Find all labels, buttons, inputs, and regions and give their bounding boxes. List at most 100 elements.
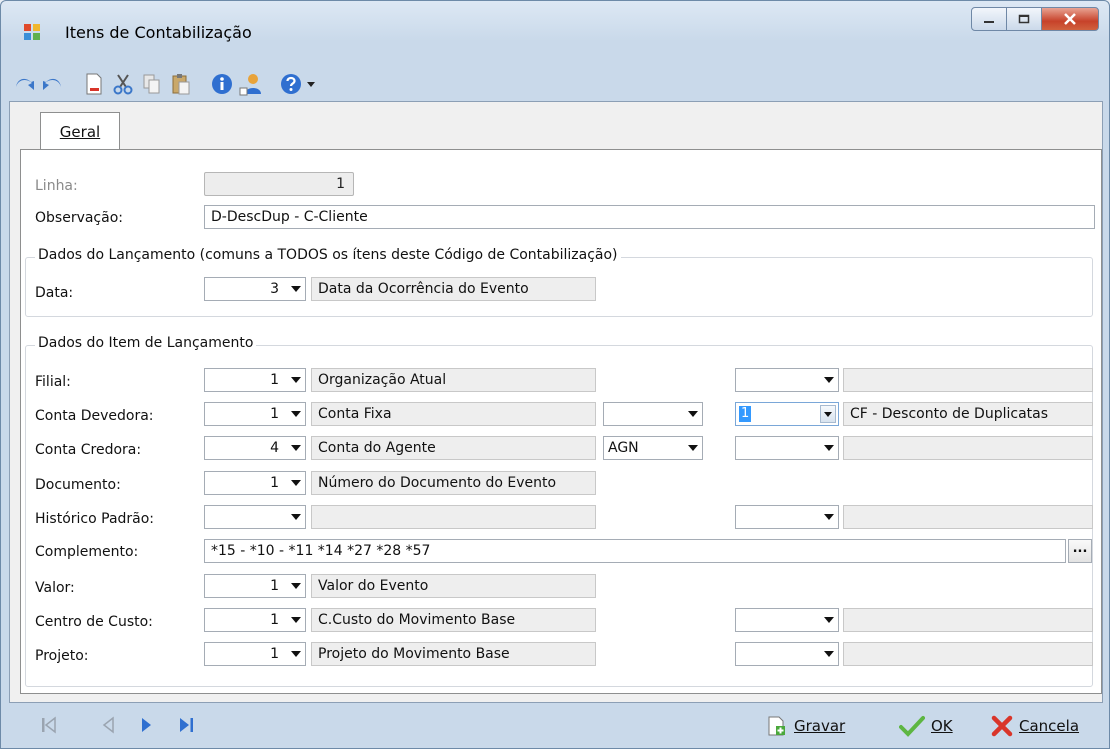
dropdown-arrow-icon	[291, 411, 301, 417]
ok-label: OK	[931, 717, 953, 735]
scissors-icon	[113, 74, 133, 95]
ok-button[interactable]: OK	[899, 713, 953, 739]
last-record-icon[interactable]	[177, 715, 197, 735]
filial-description: Organização Atual	[311, 368, 596, 392]
user-icon	[239, 74, 261, 96]
projeto-label: Projeto:	[35, 648, 89, 664]
documento-combo[interactable]: 1	[204, 471, 306, 495]
minimize-icon	[984, 21, 994, 23]
group-dados-lancamento-title: Dados do Lançamento (comuns a TODOS os í…	[35, 247, 621, 263]
conta-credora-code-combo[interactable]	[735, 436, 839, 460]
historico-extra-combo[interactable]	[735, 505, 839, 529]
conta-devedora-code-description: CF - Desconto de Duplicatas	[843, 402, 1093, 426]
historico-description	[311, 505, 596, 529]
user-button[interactable]	[238, 71, 264, 97]
complemento-browse-button[interactable]: ...	[1068, 539, 1092, 563]
valor-combo[interactable]: 1	[204, 574, 306, 598]
paste-button[interactable]	[168, 71, 194, 97]
dropdown-arrow-icon	[688, 411, 698, 417]
minimize-button[interactable]	[971, 7, 1007, 31]
projeto-combo-value: 1	[270, 646, 279, 662]
close-button[interactable]	[1041, 7, 1099, 31]
copy-icon	[143, 74, 160, 94]
paste-icon	[172, 74, 190, 95]
cut-button[interactable]	[110, 71, 136, 97]
checkmark-icon	[899, 716, 925, 737]
projeto-combo[interactable]: 1	[204, 642, 306, 666]
valor-label: Valor:	[35, 580, 75, 596]
centro-custo-description: C.Custo do Movimento Base	[311, 608, 596, 632]
copy-button[interactable]	[139, 71, 165, 97]
tab-label: Geral	[59, 123, 101, 141]
dropdown-arrow-icon	[824, 514, 834, 520]
complemento-input[interactable]: *15 - *10 - *11 *14 *27 *28 *57	[204, 539, 1066, 563]
filial-extra-description	[843, 368, 1093, 392]
window-title: Itens de Contabilização	[65, 23, 252, 42]
gravar-label: Gravar	[794, 717, 846, 735]
historico-extra-description	[843, 505, 1093, 529]
projeto-extra-combo[interactable]	[735, 642, 839, 666]
dropdown-arrow-icon	[824, 412, 832, 417]
valor-description: Valor do Evento	[311, 574, 596, 598]
redo-button[interactable]	[40, 71, 66, 97]
filial-combo-value: 1	[270, 372, 279, 388]
app-icon	[24, 24, 40, 40]
info-button[interactable]	[209, 71, 235, 97]
centro-custo-extra-description	[843, 608, 1093, 632]
cancel-x-icon	[991, 715, 1013, 737]
documento-description: Número do Documento do Evento	[311, 471, 596, 495]
conta-devedora-combo-value: 1	[270, 406, 279, 422]
conta-devedora-label: Conta Devedora:	[35, 408, 154, 424]
group-dados-item-title: Dados do Item de Lançamento	[35, 335, 257, 351]
help-button[interactable]	[279, 71, 317, 97]
projeto-extra-description	[843, 642, 1093, 666]
conta-credora-combo[interactable]: 4	[204, 436, 306, 460]
historico-combo[interactable]	[204, 505, 306, 529]
dropdown-arrow-icon	[291, 583, 301, 589]
dropdown-arrow-icon	[291, 651, 301, 657]
linha-label: Linha:	[35, 178, 78, 194]
undo-button[interactable]	[11, 71, 37, 97]
observacao-input[interactable]: D-DescDup - C-Cliente	[204, 205, 1095, 229]
filial-combo[interactable]: 1	[204, 368, 306, 392]
save-icon	[768, 716, 785, 736]
new-document-icon	[86, 73, 102, 95]
window-controls	[971, 7, 1099, 31]
cancel-button[interactable]: Cancela	[991, 713, 1079, 739]
new-button[interactable]	[81, 71, 107, 97]
data-combo-value: 3	[270, 281, 279, 297]
conta-devedora-code-dropdown[interactable]	[820, 405, 836, 423]
centro-custo-extra-combo[interactable]	[735, 608, 839, 632]
previous-record-icon[interactable]	[99, 715, 119, 735]
conta-credora-description: Conta do Agente	[311, 436, 596, 460]
conta-credora-type-combo[interactable]: AGN	[603, 436, 703, 460]
maximize-button[interactable]	[1006, 7, 1042, 31]
gravar-button[interactable]: Gravar	[766, 713, 845, 739]
conta-devedora-type-combo[interactable]	[603, 402, 703, 426]
conta-devedora-combo[interactable]: 1	[204, 402, 306, 426]
window: Itens de Contabilização Geral Linha: 1 O…	[0, 0, 1110, 749]
chevron-down-icon	[307, 82, 315, 87]
conta-credora-combo-value: 4	[270, 440, 279, 456]
conta-devedora-description: Conta Fixa	[311, 402, 596, 426]
data-combo[interactable]: 3	[204, 277, 306, 301]
tab-geral[interactable]: Geral	[40, 112, 120, 151]
help-icon	[281, 74, 301, 94]
first-record-icon[interactable]	[39, 715, 59, 735]
centro-custo-combo[interactable]: 1	[204, 608, 306, 632]
conta-devedora-code-value: 1	[739, 406, 752, 422]
conta-credora-label: Conta Credora:	[35, 442, 142, 458]
next-record-icon[interactable]	[137, 715, 157, 735]
conta-devedora-code-combo[interactable]: 1	[735, 402, 839, 426]
dropdown-arrow-icon	[824, 651, 834, 657]
undo-icon	[16, 78, 34, 90]
info-icon	[212, 74, 232, 94]
conta-credora-type-value: AGN	[608, 440, 639, 456]
documento-combo-value: 1	[270, 475, 279, 491]
dropdown-arrow-icon	[688, 445, 698, 451]
dropdown-arrow-icon	[291, 617, 301, 623]
filial-extra-combo[interactable]	[735, 368, 839, 392]
dropdown-arrow-icon	[824, 445, 834, 451]
dropdown-arrow-icon	[291, 377, 301, 383]
dropdown-arrow-icon	[291, 286, 301, 292]
